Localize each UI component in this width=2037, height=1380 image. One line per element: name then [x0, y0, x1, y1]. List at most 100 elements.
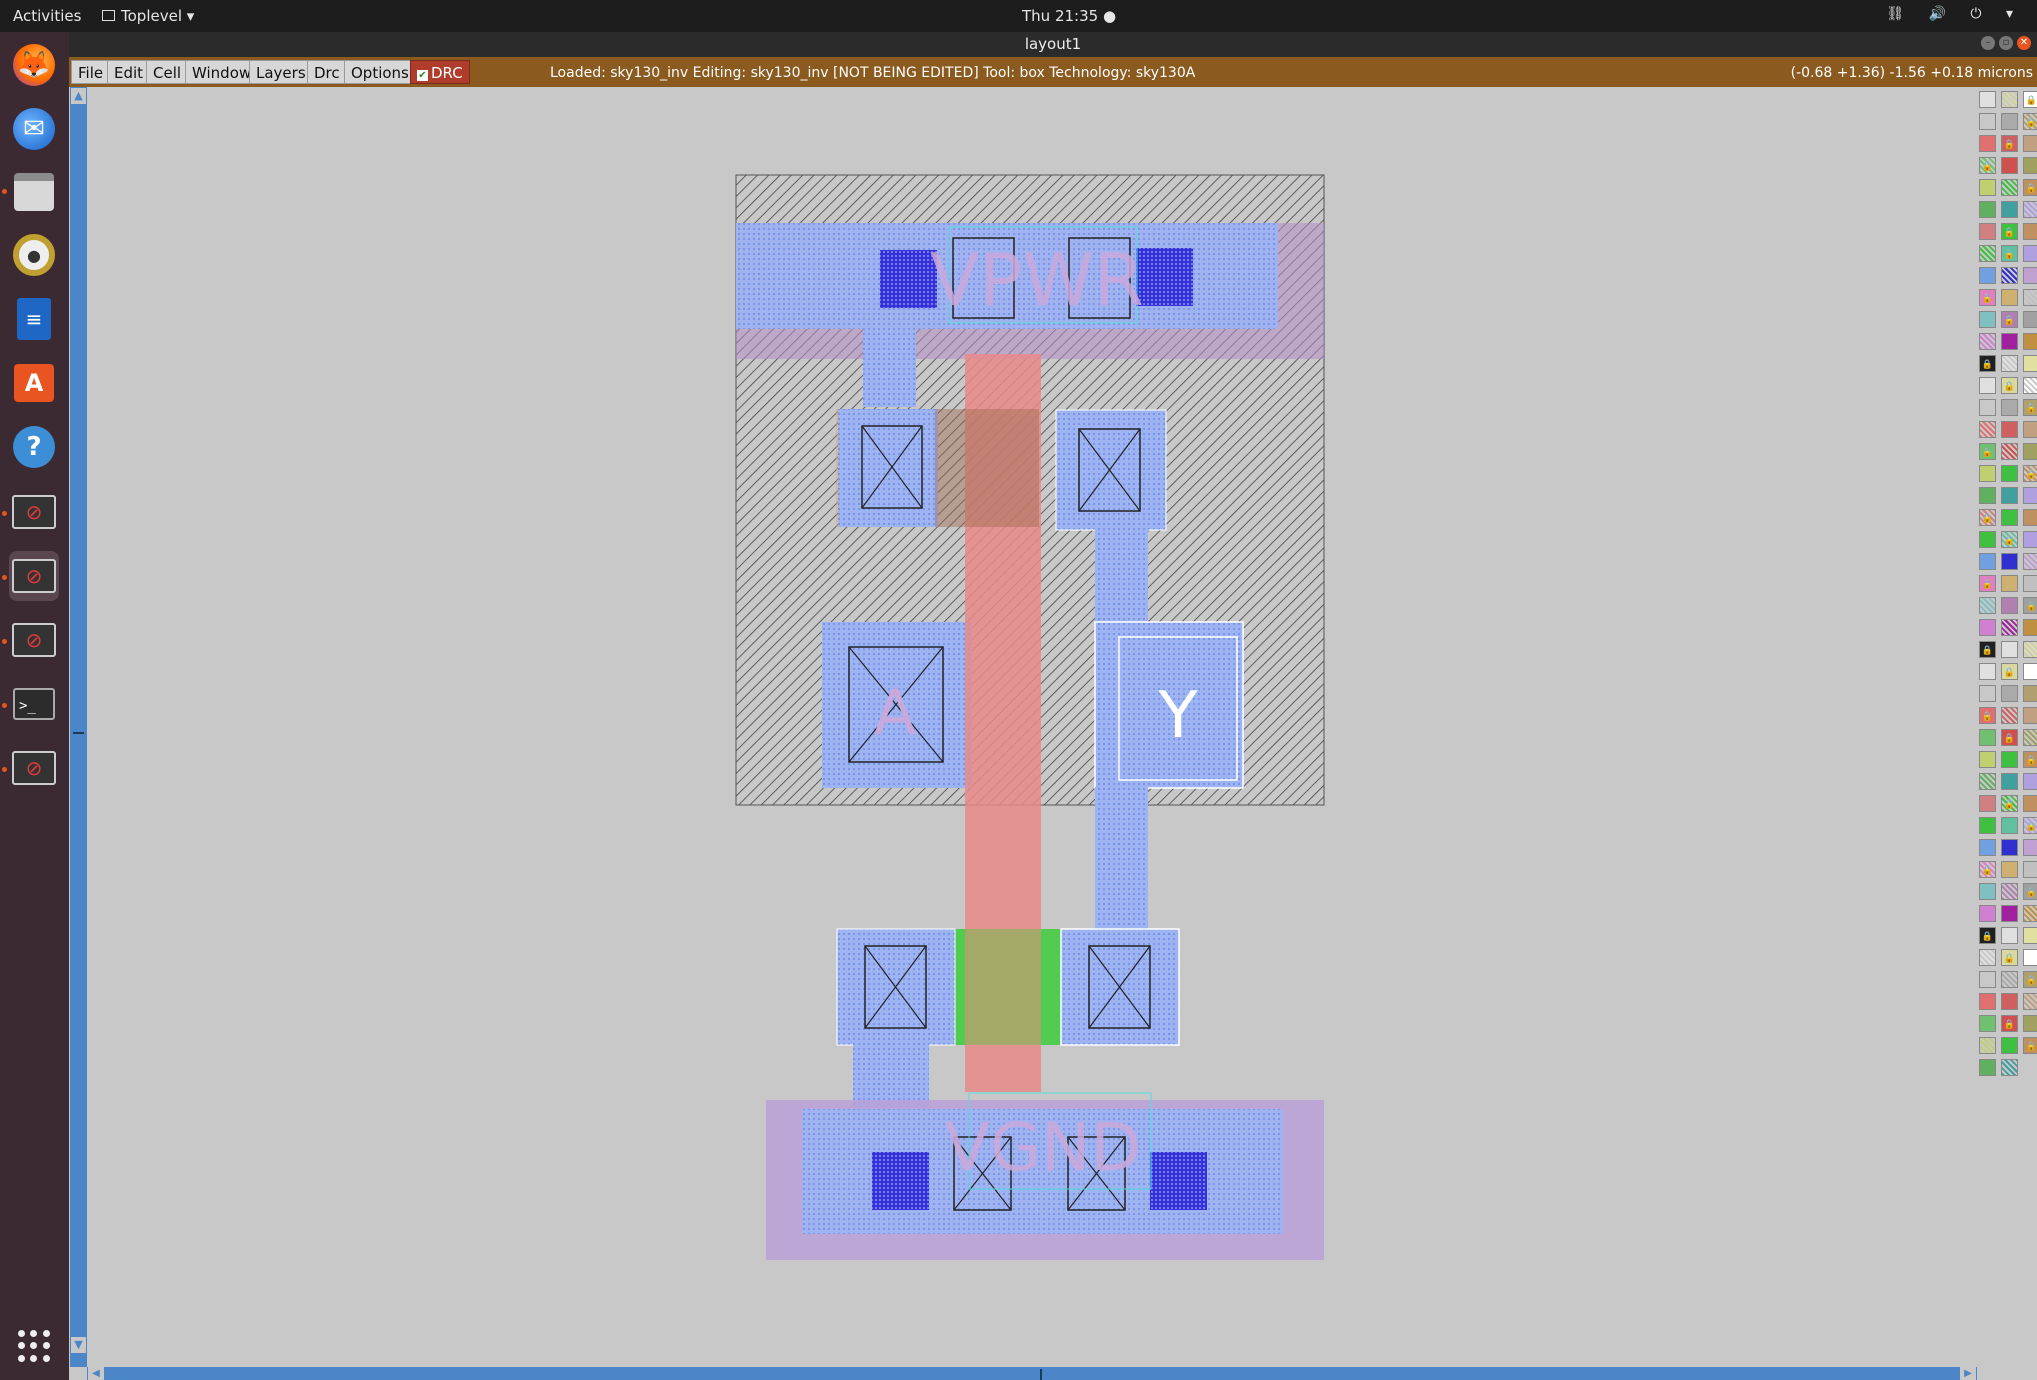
- layer-swatch[interactable]: [1979, 113, 1996, 130]
- layer-swatch[interactable]: [2023, 685, 2037, 702]
- layer-swatch[interactable]: [1979, 597, 1996, 614]
- layer-swatch[interactable]: [2001, 817, 2018, 834]
- layer-swatch[interactable]: [1979, 1059, 1996, 1076]
- menu-edit[interactable]: Edit: [107, 60, 151, 84]
- layer-swatch[interactable]: [2001, 201, 2018, 218]
- layer-swatch[interactable]: [2001, 619, 2018, 636]
- layer-swatch[interactable]: 🔒: [1979, 641, 1996, 658]
- layer-swatch[interactable]: 🔒: [2023, 751, 2037, 768]
- dock-firefox[interactable]: 🦊: [9, 40, 59, 90]
- layer-swatch[interactable]: [2001, 707, 2018, 724]
- layer-swatch[interactable]: [2023, 795, 2037, 812]
- layer-swatch[interactable]: 🔒: [1979, 443, 1996, 460]
- layer-swatch[interactable]: [1979, 267, 1996, 284]
- layer-swatch[interactable]: [2001, 641, 2018, 658]
- layer-swatch[interactable]: [2001, 861, 2018, 878]
- layer-swatch[interactable]: [1979, 91, 1996, 108]
- layer-swatch[interactable]: [1979, 773, 1996, 790]
- layer-swatch[interactable]: [2001, 1037, 2018, 1054]
- layer-swatch[interactable]: [1979, 1037, 1996, 1054]
- layer-swatch[interactable]: [1979, 619, 1996, 636]
- layer-swatch[interactable]: [2023, 905, 2037, 922]
- layer-swatch[interactable]: [2001, 113, 2018, 130]
- layer-swatch[interactable]: [2001, 993, 2018, 1010]
- layer-swatch[interactable]: [2023, 377, 2037, 394]
- layer-swatch[interactable]: [2001, 421, 2018, 438]
- layer-swatch[interactable]: 🔒: [2023, 883, 2037, 900]
- layer-swatch[interactable]: [2023, 531, 2037, 548]
- vgnd-via-left[interactable]: [872, 1152, 929, 1210]
- layer-swatch[interactable]: [2023, 839, 2037, 856]
- vgnd-via-right[interactable]: [1150, 1152, 1207, 1210]
- layer-swatch[interactable]: 🔒: [2001, 135, 2018, 152]
- layer-swatch[interactable]: 🔒: [2023, 91, 2037, 108]
- layer-swatch[interactable]: [2023, 311, 2037, 328]
- layer-swatch[interactable]: [2023, 641, 2037, 658]
- layer-swatch[interactable]: [2001, 751, 2018, 768]
- layer-swatch[interactable]: [2023, 619, 2037, 636]
- layer-swatch[interactable]: [1979, 817, 1996, 834]
- layer-swatch[interactable]: [2023, 707, 2037, 724]
- layer-swatch[interactable]: [2023, 663, 2037, 680]
- activities-button[interactable]: Activities: [13, 7, 81, 25]
- layer-swatch[interactable]: [1979, 333, 1996, 350]
- layer-swatch[interactable]: [2023, 729, 2037, 746]
- close-button[interactable]: ✕: [2017, 36, 2031, 50]
- layer-swatch[interactable]: [2023, 157, 2037, 174]
- layer-swatch[interactable]: [2023, 949, 2037, 966]
- layer-swatch[interactable]: [2023, 421, 2037, 438]
- layer-swatch[interactable]: [1979, 245, 1996, 262]
- layer-swatch[interactable]: 🔒: [2001, 1015, 2018, 1032]
- layer-swatch[interactable]: [2001, 355, 2018, 372]
- layer-swatch[interactable]: 🔒: [2023, 597, 2037, 614]
- layer-swatch[interactable]: [1979, 905, 1996, 922]
- menu-window[interactable]: Window: [185, 60, 259, 84]
- dock-blocked-app-3[interactable]: ⊘: [9, 615, 59, 665]
- pmos-source-strap[interactable]: [863, 327, 916, 407]
- layer-swatch[interactable]: [2001, 597, 2018, 614]
- layer-swatch[interactable]: 🔒: [2001, 795, 2018, 812]
- horizontal-scrollbar[interactable]: ◀ ▶: [87, 1367, 1977, 1380]
- layer-swatch[interactable]: 🔒: [2023, 971, 2037, 988]
- layer-swatch[interactable]: 🔒: [2001, 531, 2018, 548]
- layer-swatch[interactable]: [1979, 1015, 1996, 1032]
- layer-swatch[interactable]: [1979, 971, 1996, 988]
- layer-swatch[interactable]: [2001, 1059, 2018, 1076]
- layer-swatch[interactable]: [1979, 685, 1996, 702]
- scroll-thumb[interactable]: [1040, 1369, 1042, 1380]
- layer-swatch[interactable]: 🔒: [2023, 817, 2037, 834]
- minimize-button[interactable]: –: [1981, 36, 1995, 50]
- layer-swatch[interactable]: [1979, 223, 1996, 240]
- layer-swatch[interactable]: [2023, 355, 2037, 372]
- layer-swatch[interactable]: 🔒: [1979, 289, 1996, 306]
- layer-swatch[interactable]: [1979, 135, 1996, 152]
- layer-swatch[interactable]: [2001, 773, 2018, 790]
- layer-swatch[interactable]: [2023, 773, 2037, 790]
- layer-swatch[interactable]: [2001, 487, 2018, 504]
- pmos-channel[interactable]: [935, 409, 1039, 527]
- layer-swatch[interactable]: 🔒: [1979, 927, 1996, 944]
- layer-swatch[interactable]: [1979, 465, 1996, 482]
- layer-swatch[interactable]: [2001, 91, 2018, 108]
- layer-swatch[interactable]: [2023, 443, 2037, 460]
- layer-swatch[interactable]: [2001, 905, 2018, 922]
- layer-swatch[interactable]: 🔒: [2023, 179, 2037, 196]
- system-tray[interactable]: ⛓ 🔊 ⏻ ▾: [1886, 6, 2023, 22]
- layer-swatch[interactable]: [2023, 509, 2037, 526]
- layer-swatch[interactable]: [2001, 839, 2018, 856]
- layer-swatch[interactable]: [2001, 333, 2018, 350]
- layer-swatch[interactable]: [1979, 993, 1996, 1010]
- menu-file[interactable]: File: [71, 60, 111, 84]
- layer-swatch[interactable]: 🔒: [2001, 223, 2018, 240]
- layer-swatch[interactable]: [1979, 421, 1996, 438]
- nmos-gate-overlap[interactable]: [965, 929, 1041, 1045]
- layer-swatch[interactable]: [2023, 333, 2037, 350]
- vpwr-via-right[interactable]: [1136, 248, 1193, 306]
- layer-swatch[interactable]: [1979, 201, 1996, 218]
- layer-swatch[interactable]: [1979, 399, 1996, 416]
- maximize-button[interactable]: ▫: [1999, 36, 2013, 50]
- scroll-thumb[interactable]: [73, 732, 84, 734]
- layer-swatch[interactable]: [1979, 949, 1996, 966]
- layer-swatch[interactable]: [1979, 311, 1996, 328]
- layer-swatch[interactable]: 🔒: [1979, 355, 1996, 372]
